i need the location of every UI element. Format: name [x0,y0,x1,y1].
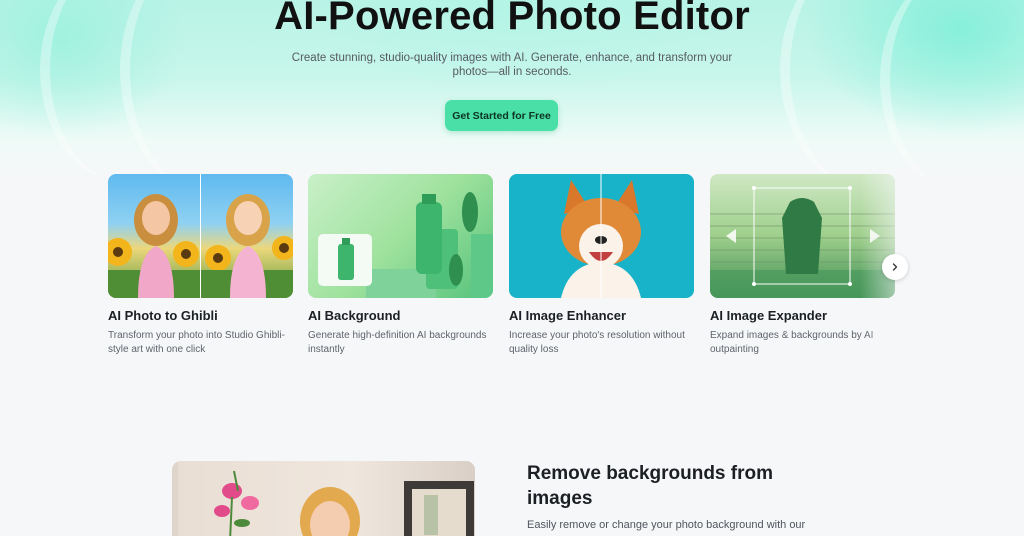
hero-section: AI-Powered Photo Editor Create stunning,… [0,0,1024,175]
feature-description: Transform your photo into Studio Ghibli-… [108,330,285,355]
get-started-button[interactable]: Get Started for Free [445,100,558,131]
feature-title: AI Background [308,308,401,323]
remove-background-title: Remove backgrounds from images [527,463,773,509]
compare-divider [200,174,201,298]
product-illustration [318,192,493,298]
feature-title: AI Photo to Ghibli [108,308,218,323]
feature-card-enhancer[interactable]: AI Image Enhancer Increase your photo's … [509,174,695,356]
remove-background-description: Easily remove or change your photo backg… [527,519,806,531]
carousel-next-button[interactable] [882,254,908,280]
corgi-illustration [561,174,641,298]
remove-background-image [172,461,475,536]
ghibli-thumbnail [108,174,293,298]
feature-card-ghibli[interactable]: AI Photo to Ghibli Transform your photo … [108,174,294,356]
feature-title: AI Image Enhancer [509,308,627,323]
page-title: AI-Powered Photo Editor [274,0,750,38]
background-thumbnail [308,174,493,298]
feature-description: Generate high-definition AI backgrounds … [308,330,487,355]
hero-subtitle: Create stunning, studio-quality images w… [291,52,733,78]
enhancer-thumbnail [509,174,694,298]
feature-card-background[interactable]: AI Background Generate high-definition A… [308,174,494,356]
chevron-right-icon [892,263,898,271]
woman-flowers-illustration [172,461,474,536]
feature-description: Increase your photo's resolution without… [509,330,685,355]
